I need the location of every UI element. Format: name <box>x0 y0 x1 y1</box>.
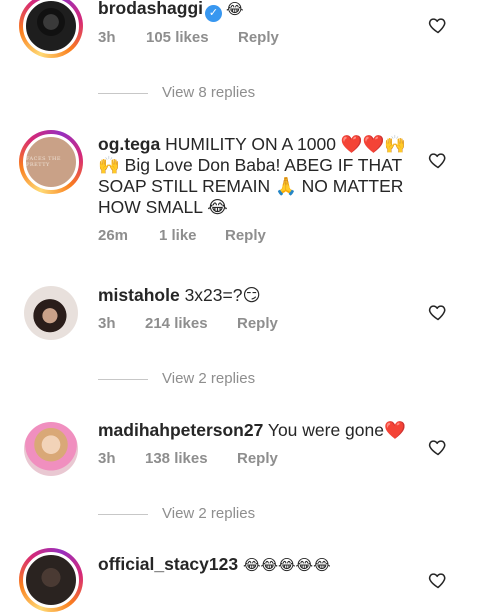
comment-text: 😂 <box>226 1 244 18</box>
comment-meta: 3h 138 likes Reply <box>98 450 278 467</box>
comment-meta: 3h 105 likes Reply <box>98 29 279 46</box>
reply-button[interactable]: Reply <box>237 315 278 332</box>
comment-time: 3h <box>98 450 116 467</box>
comment-text: 3x23=?😏 <box>184 285 261 305</box>
view-replies-button[interactable]: View 8 replies <box>98 84 255 101</box>
heart-outline-icon[interactable] <box>428 570 448 590</box>
comment-username[interactable]: brodashaggi <box>98 0 203 18</box>
divider <box>98 378 148 380</box>
avatar-text: FACES THE PRETTY <box>26 156 61 168</box>
avatar[interactable] <box>24 286 78 340</box>
view-replies-button[interactable]: View 2 replies <box>98 505 255 522</box>
comment-time: 3h <box>98 29 116 46</box>
heart-outline-icon[interactable] <box>428 15 448 35</box>
divider <box>98 92 148 94</box>
comment-time: 3h <box>98 315 116 332</box>
comment-time: 26m <box>98 227 129 244</box>
reply-button[interactable]: Reply <box>238 29 279 46</box>
reply-button[interactable]: Reply <box>237 450 278 467</box>
avatar[interactable] <box>24 422 78 476</box>
avatar[interactable]: FACES THE PRETTY <box>19 130 83 194</box>
verified-badge-icon: ✓ <box>205 5 223 22</box>
comment-meta: 26m 1 like Reply <box>98 227 266 244</box>
heart-outline-icon[interactable] <box>428 437 448 457</box>
view-replies-button[interactable]: View 2 replies <box>98 370 255 387</box>
comment-username[interactable]: mistahole <box>98 285 180 305</box>
comment-likes[interactable]: 105 likes <box>146 29 238 46</box>
comment-likes[interactable]: 214 likes <box>145 315 237 332</box>
reply-button[interactable]: Reply <box>225 227 266 244</box>
divider <box>98 513 148 515</box>
avatar[interactable] <box>19 548 83 612</box>
comment-meta: 3h 214 likes Reply <box>98 315 278 332</box>
comment-likes[interactable]: 138 likes <box>145 450 237 467</box>
heart-outline-icon[interactable] <box>428 150 448 170</box>
comment-username[interactable]: og.tega <box>98 134 160 154</box>
comment-text: You were gone❤️ <box>267 420 406 440</box>
avatar[interactable] <box>19 0 83 58</box>
comment-text: 😂😂😂😂😂 <box>242 557 331 574</box>
comment-username[interactable]: official_stacy123 <box>98 554 238 574</box>
comment-likes[interactable]: 1 like <box>159 227 225 244</box>
comment-username[interactable]: madihahpeterson27 <box>98 420 263 440</box>
heart-outline-icon[interactable] <box>428 302 448 322</box>
